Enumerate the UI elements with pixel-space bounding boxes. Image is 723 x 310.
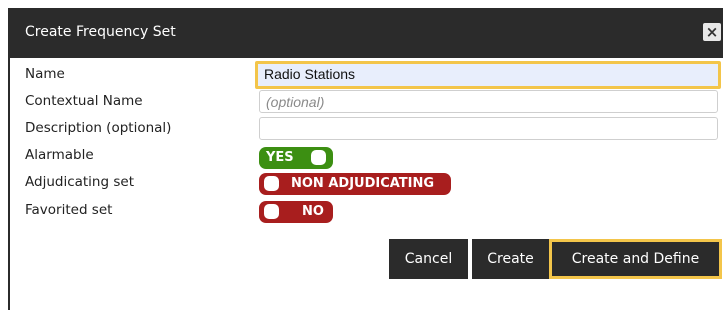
favorited-toggle-label: NO (302, 204, 324, 219)
create-and-define-button[interactable]: Create and Define (549, 239, 722, 279)
close-icon[interactable]: × (703, 23, 721, 41)
favorited-label: Favorited set (25, 202, 113, 218)
name-input[interactable]: Radio Stations (255, 61, 721, 89)
alarmable-toggle-knob (311, 150, 326, 165)
description-label: Description (optional) (25, 120, 172, 136)
alarmable-toggle-label: YES (266, 150, 294, 165)
cancel-button[interactable]: Cancel (389, 239, 468, 279)
dialog-title: Create Frequency Set (25, 24, 176, 40)
description-input[interactable] (259, 117, 718, 140)
contextual-name-input[interactable]: (optional) (259, 90, 718, 113)
contextual-name-label: Contextual Name (25, 93, 143, 109)
name-label: Name (25, 66, 65, 82)
adjudicating-toggle[interactable]: NON ADJUDICATING (259, 173, 451, 195)
adjudicating-toggle-label: NON ADJUDICATING (291, 176, 435, 191)
dialog-left-border (8, 58, 10, 310)
adjudicating-label: Adjudicating set (25, 174, 134, 190)
favorited-toggle-knob (264, 204, 279, 219)
dialog-titlebar: Create Frequency Set × (8, 8, 723, 58)
alarmable-label: Alarmable (25, 147, 94, 163)
contextual-name-placeholder: (optional) (266, 94, 325, 110)
alarmable-toggle[interactable]: YES (259, 147, 333, 169)
create-button[interactable]: Create (472, 239, 549, 279)
favorited-toggle[interactable]: NO (259, 201, 333, 223)
adjudicating-toggle-knob (264, 176, 279, 191)
create-frequency-set-dialog: Create Frequency Set × Name Radio Statio… (8, 0, 723, 310)
name-input-value: Radio Stations (264, 66, 356, 82)
